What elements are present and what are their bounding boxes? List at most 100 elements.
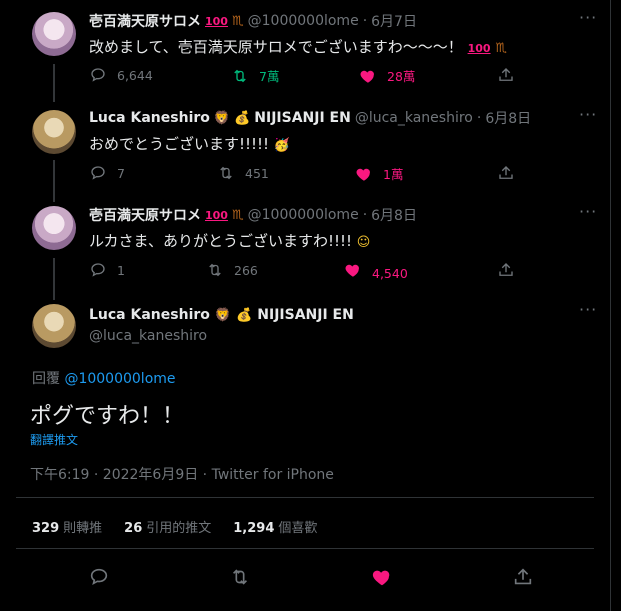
tweet-timestamp[interactable]: 下午6:19 · 2022年6月9日 · Twitter for iPhone	[30, 464, 334, 484]
reply-icon	[91, 263, 105, 277]
tweet-3[interactable]: 壱百満天原サロメ 100 ♏ @1000000lome · 6月8日 ··· ル…	[0, 198, 610, 296]
display-name[interactable]: 壱百満天原サロメ	[89, 11, 201, 31]
more-icon[interactable]: ···	[579, 105, 597, 124]
scorpion-emoji-icon: ♏	[231, 207, 244, 223]
tweet-actions: 6,644 7萬 28萬	[89, 66, 519, 86]
retweet-count: 7萬	[259, 69, 280, 84]
avatar[interactable]	[32, 304, 76, 348]
avatar[interactable]	[32, 12, 76, 56]
main-tweet-actions	[0, 566, 610, 588]
main-author[interactable]: Luca Kaneshiro 🦁 💰 NIJISANJI EN	[89, 307, 354, 323]
heart-filled-icon[interactable]	[371, 566, 393, 588]
more-icon[interactable]: ···	[579, 300, 597, 319]
share-button[interactable]	[497, 261, 515, 279]
retweets-label: 則轉推	[63, 521, 103, 536]
tweet-text-body: 改めまして、壱百満天原サロメでございますわ〜〜〜！	[89, 38, 463, 56]
like-count: 28萬	[387, 69, 416, 84]
reply-button[interactable]: 1	[89, 261, 125, 279]
tweet-2[interactable]: Luca Kaneshiro 🦁 💰 NIJISANJI EN @luca_ka…	[0, 100, 610, 198]
share-button[interactable]	[497, 164, 515, 182]
display-name[interactable]: 壱百満天原サロメ	[89, 205, 201, 225]
tweet-date[interactable]: 6月8日	[485, 108, 531, 128]
share-icon[interactable]	[512, 566, 534, 588]
tweet-date[interactable]: 6月7日	[371, 11, 417, 31]
share-icon	[499, 263, 513, 276]
smiling-blush-emoji-icon: ☺	[356, 235, 371, 250]
reply-button[interactable]: 7	[89, 164, 125, 182]
reply-icon	[91, 68, 105, 82]
hundred-emoji-icon: 100	[205, 208, 228, 222]
more-icon[interactable]: ···	[579, 202, 597, 221]
retweet-button[interactable]: 451	[217, 164, 269, 182]
retweet-icon	[234, 69, 246, 82]
retweet-icon[interactable]	[229, 566, 251, 588]
retweet-count: 451	[245, 165, 269, 181]
like-button[interactable]: 1萬	[355, 164, 403, 183]
translate-tweet-link[interactable]: 翻譯推文	[30, 431, 78, 448]
like-button[interactable]: 28萬	[359, 66, 415, 85]
reply-label: 回覆	[32, 371, 60, 387]
share-icon	[499, 68, 513, 81]
reply-count: 1	[117, 262, 125, 278]
heart-filled-icon	[345, 264, 359, 277]
tweet-header: 壱百満天原サロメ 100 ♏ @1000000lome · 6月7日	[89, 11, 417, 31]
heart-filled-icon	[356, 168, 370, 181]
replying-to: 回覆 @1000000lome	[32, 368, 176, 388]
tweet-text: おめでとうございます!!!!! 🥳	[89, 133, 290, 154]
party-face-emoji-icon: 🥳	[273, 138, 291, 153]
separator: ·	[362, 207, 368, 223]
column-border	[610, 0, 611, 611]
hundred-emoji-icon: 100	[467, 42, 491, 55]
divider	[16, 548, 594, 549]
quotes-label: 引用的推文	[146, 521, 212, 536]
display-name[interactable]: Luca Kaneshiro	[89, 110, 210, 126]
tweet-text-body: おめでとうございます!!!!!	[89, 135, 270, 153]
lion-emoji-icon: 🦁	[214, 307, 232, 323]
retweets-stat[interactable]: 329 則轉推	[32, 517, 102, 536]
reply-mention-link[interactable]: @1000000lome	[64, 371, 175, 387]
avatar[interactable]	[32, 110, 76, 154]
heart-filled-icon	[360, 70, 374, 83]
tweet-text-body: ルカさま、ありがとうございますわ!!!!	[89, 232, 353, 250]
like-button[interactable]: 4,540	[344, 261, 408, 281]
tweet-header: 壱百満天原サロメ 100 ♏ @1000000lome · 6月8日	[89, 205, 417, 225]
likes-stat[interactable]: 1,294 個喜歡	[233, 517, 317, 536]
tweet-text: ルカさま、ありがとうございますわ!!!! ☺	[89, 230, 370, 251]
quotes-stat[interactable]: 26 引用的推文	[124, 517, 211, 536]
retweet-button[interactable]: 266	[206, 261, 258, 279]
retweets-count: 329	[32, 521, 60, 536]
tweet-date[interactable]: 6月8日	[371, 205, 417, 225]
separator: ·	[476, 110, 482, 126]
likes-count: 1,294	[233, 521, 275, 536]
display-name: Luca Kaneshiro	[89, 307, 210, 323]
likes-label: 個喜歡	[278, 521, 318, 536]
reply-icon	[91, 166, 105, 180]
like-count: 1萬	[383, 167, 404, 182]
name-suffix: NIJISANJI EN	[257, 307, 354, 323]
divider	[16, 497, 594, 498]
more-icon[interactable]: ···	[579, 8, 597, 27]
tweet-header: Luca Kaneshiro 🦁 💰 NIJISANJI EN @luca_ka…	[89, 108, 531, 128]
reply-icon[interactable]	[88, 566, 110, 588]
share-button[interactable]	[497, 66, 515, 84]
handle[interactable]: @1000000lome	[248, 13, 359, 29]
retweet-count: 266	[234, 262, 258, 278]
tweet-1[interactable]: 壱百満天原サロメ 100 ♏ @1000000lome · 6月7日 ··· 改…	[0, 0, 610, 100]
retweet-icon	[209, 263, 221, 277]
hundred-emoji-icon: 100	[205, 14, 228, 28]
retweet-button[interactable]: 7萬	[231, 66, 279, 85]
handle[interactable]: @luca_kaneshiro	[89, 328, 207, 344]
reply-count: 6,644	[117, 67, 153, 83]
reply-button[interactable]: 6,644	[89, 66, 153, 84]
tweet-actions: 7 451 1萬	[89, 164, 519, 184]
money-bag-emoji-icon: 💰	[234, 110, 251, 126]
money-bag-emoji-icon: 💰	[236, 307, 253, 323]
handle[interactable]: @luca_kaneshiro	[355, 110, 473, 126]
scorpion-emoji-icon: ♏	[231, 13, 244, 29]
avatar[interactable]	[32, 206, 76, 250]
tweet-actions: 1 266 4,540	[89, 261, 519, 281]
main-tweet-text: ポグですわ！！	[30, 404, 185, 429]
engagement-stats: 329 則轉推 26 引用的推文 1,294 個喜歡	[32, 517, 317, 536]
lion-emoji-icon: 🦁	[213, 110, 231, 126]
handle[interactable]: @1000000lome	[248, 207, 359, 223]
